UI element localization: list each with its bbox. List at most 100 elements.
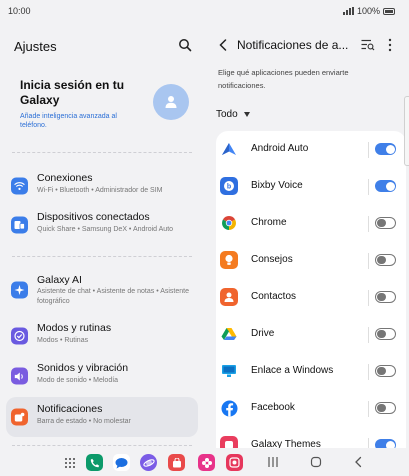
devices-icon <box>11 216 28 234</box>
wifi-icon <box>11 177 28 195</box>
status-indicators: 100% <box>342 6 395 16</box>
home-icon[interactable] <box>309 456 323 468</box>
sparkle-icon <box>11 281 28 299</box>
menu-item-subtitle: Quick Share • Samsung DeX • Android Auto <box>37 226 174 233</box>
page-title: Ajustes <box>14 39 57 54</box>
app-row-chrome[interactable]: Chrome <box>216 205 406 242</box>
menu-item-galaxy-ai[interactable]: Galaxy AI Asistente de chat • Asistente … <box>6 268 198 312</box>
gallery-icon[interactable] <box>198 454 215 471</box>
app-row-consejos[interactable]: Consejos <box>216 242 406 279</box>
themes-icon <box>220 436 238 448</box>
windows-link-icon <box>220 362 238 380</box>
bixby-icon: b <box>220 177 238 195</box>
menu-item-title: Sonidos y vibración <box>37 362 129 374</box>
drive-icon <box>220 325 238 343</box>
menu-item-conexiones[interactable]: Conexiones Wi-Fi • Bluetooth • Administr… <box>6 166 198 206</box>
divider <box>12 256 192 257</box>
filter-dropdown[interactable]: Todo <box>216 109 250 120</box>
divider <box>368 253 369 269</box>
menu-item-subtitle: Modos • Rutinas <box>37 337 89 344</box>
app-row-enlace-windows[interactable]: Enlace a Windows <box>216 353 406 390</box>
app-name: Galaxy Themes <box>251 439 321 448</box>
notification-toggle[interactable] <box>375 402 396 414</box>
notification-toggle[interactable] <box>375 143 396 155</box>
menu-item-notificaciones[interactable]: Notificaciones Barra de estado • No mole… <box>6 397 198 437</box>
back-icon[interactable] <box>352 456 366 468</box>
description: Elige qué aplicaciones pueden enviarte n… <box>218 68 349 90</box>
status-bar: 10:00 100% <box>0 0 409 24</box>
divider <box>368 401 369 417</box>
app-name: Consejos <box>251 254 293 265</box>
page-title: Notificaciones de a... <box>237 38 349 52</box>
recent-apps-icon[interactable] <box>266 456 280 468</box>
notification-toggle[interactable] <box>375 180 396 192</box>
messages-icon[interactable] <box>113 454 130 471</box>
notification-toggle[interactable] <box>375 439 396 448</box>
volume-icon <box>11 367 28 385</box>
filter-value: Todo <box>216 109 238 120</box>
filter-search-icon[interactable] <box>361 39 375 51</box>
menu-item-title: Conexiones <box>37 172 93 184</box>
account-title: Inicia sesión en tu Galaxy <box>20 78 125 107</box>
more-options-icon[interactable] <box>387 38 393 52</box>
menu-item-title: Galaxy AI <box>37 274 82 286</box>
notification-toggle[interactable] <box>375 254 396 266</box>
status-time: 10:00 <box>8 6 31 16</box>
menu-item-title: Dispositivos conectados <box>37 211 150 223</box>
menu-item-sonidos[interactable]: Sonidos y vibración Modo de sonido • Mel… <box>6 356 198 396</box>
bell-icon <box>11 408 28 426</box>
settings-pane: Ajustes Inicia sesión en tu Galaxy Añade… <box>0 24 204 448</box>
android-auto-icon <box>220 140 238 158</box>
app-drawer-icon[interactable] <box>61 454 78 471</box>
phone-icon[interactable] <box>86 454 103 471</box>
avatar[interactable] <box>153 84 189 120</box>
menu-item-subtitle: Barra de estado • No molestar <box>37 418 131 425</box>
divider <box>368 179 369 195</box>
app-row-contactos[interactable]: Contactos <box>216 279 406 316</box>
app-row-drive[interactable]: Drive <box>216 316 406 353</box>
internet-icon[interactable] <box>140 454 157 471</box>
app-row-android-auto[interactable]: Android Auto <box>216 131 406 168</box>
signal-icon <box>342 7 354 15</box>
search-icon[interactable] <box>178 38 192 52</box>
divider <box>12 152 192 153</box>
notification-toggle[interactable] <box>375 291 396 303</box>
app-name: Enlace a Windows <box>251 365 334 376</box>
divider <box>368 364 369 380</box>
edge-panel-handle[interactable] <box>404 96 409 166</box>
notification-toggle[interactable] <box>375 365 396 377</box>
svg-text:b: b <box>227 184 231 191</box>
tips-icon <box>220 251 238 269</box>
navigation-bar <box>0 448 409 476</box>
app-row-facebook[interactable]: Facebook <box>216 390 406 427</box>
divider <box>12 445 192 446</box>
app-name: Chrome <box>251 217 287 228</box>
menu-item-title: Notificaciones <box>37 403 103 415</box>
app-row-bixby-voice[interactable]: b Bixby Voice <box>216 168 406 205</box>
menu-item-modos-rutinas[interactable]: Modos y rutinas Modos • Rutinas <box>6 316 198 356</box>
back-arrow-icon[interactable] <box>218 39 228 51</box>
chrome-icon <box>220 214 238 232</box>
app-name: Android Auto <box>251 143 309 154</box>
notification-toggle[interactable] <box>375 217 396 229</box>
caret-down-icon <box>243 112 250 117</box>
app-row-galaxy-themes[interactable]: Galaxy Themes <box>216 427 406 448</box>
menu-item-subtitle: Asistente de chat • Asistente de notas •… <box>37 288 189 305</box>
divider <box>368 327 369 343</box>
divider <box>368 142 369 158</box>
contacts-icon <box>220 288 238 306</box>
app-notifications-pane: Notificaciones de a... Elige qué aplicac… <box>204 24 409 448</box>
app-list: Android Auto b Bixby Voice Chrome Consej… <box>216 131 406 448</box>
camera-icon[interactable] <box>226 454 243 471</box>
notification-toggle[interactable] <box>375 328 396 340</box>
check-circle-icon <box>11 327 28 345</box>
menu-item-title: Modos y rutinas <box>37 322 112 334</box>
menu-item-dispositivos[interactable]: Dispositivos conectados Quick Share • Sa… <box>6 205 198 245</box>
facebook-icon <box>220 399 238 417</box>
account-subtitle[interactable]: Añade inteligencia avanzada al teléfono. <box>20 112 140 130</box>
app-name: Facebook <box>251 402 295 413</box>
divider <box>368 438 369 448</box>
menu-item-subtitle: Modo de sonido • Melodía <box>37 377 119 384</box>
store-icon[interactable] <box>168 454 185 471</box>
battery-icon <box>383 7 395 15</box>
